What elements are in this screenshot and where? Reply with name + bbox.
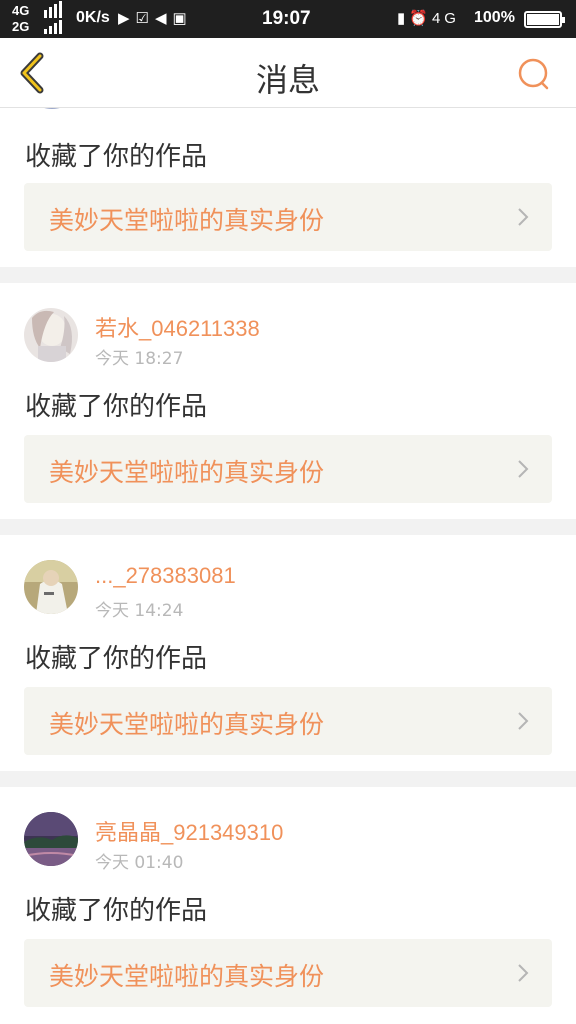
user-name[interactable]: 若水_046211338 — [95, 311, 260, 343]
check-icon: ☑ — [135, 10, 155, 27]
chevron-right-icon — [518, 712, 529, 730]
message-card: 亮晶晶_921349310 今天 01:40 收藏了你的作品 美妙天堂啦啦的真实… — [0, 787, 576, 1024]
status-bar: 4G 2G 0K/s ▶☑◀▣ 19:07 ▮⏰4G 100% — [0, 0, 576, 38]
work-link[interactable]: 美妙天堂啦啦的真实身份 — [24, 939, 552, 1007]
work-title: 美妙天堂啦啦的真实身份 — [49, 206, 325, 235]
action-text: 收藏了你的作品 — [25, 142, 208, 172]
work-link[interactable]: 美妙天堂啦啦的真实身份 — [24, 435, 552, 503]
work-title: 美妙天堂啦啦的真实身份 — [49, 458, 325, 487]
chevron-right-icon — [518, 208, 529, 226]
alarm-icon: ⏰ — [409, 10, 432, 27]
network-speed: 0K/s — [76, 9, 110, 26]
action-text: 收藏了你的作品 — [25, 392, 208, 422]
volume-icon: ◀ — [155, 10, 173, 27]
message-list: 收藏了你的作品 美妙天堂啦啦的真实身份 若水_046211338 今天 18:2… — [0, 108, 576, 1024]
nav-bar: 消息 — [0, 38, 576, 108]
avatar[interactable] — [24, 308, 78, 362]
chevron-right-icon — [518, 964, 529, 982]
user-name[interactable]: 亮晶晶_921349310 — [95, 815, 283, 847]
work-link[interactable]: 美妙天堂啦啦的真实身份 — [24, 687, 552, 755]
divider — [0, 519, 576, 535]
network-type: 4G 2G — [12, 3, 29, 35]
screenshot-icon: ▣ — [172, 10, 193, 27]
message-time: 今天 18:27 — [95, 349, 184, 369]
user-name[interactable]: ..._278383081 — [95, 563, 236, 589]
action-text: 收藏了你的作品 — [25, 896, 208, 926]
signal-icon — [44, 1, 68, 34]
network-type-top: 4G — [12, 3, 30, 18]
chevron-right-icon — [518, 460, 529, 478]
message-card: 若水_046211338 今天 18:27 收藏了你的作品 美妙天堂啦啦的真实身… — [0, 283, 576, 519]
system-icons: ▮⏰4G — [397, 9, 460, 27]
action-text: 收藏了你的作品 — [25, 644, 208, 674]
message-card: 收藏了你的作品 美妙天堂啦啦的真实身份 — [0, 108, 576, 266]
divider — [0, 771, 576, 787]
message-card: ..._278383081 今天 14:24 收藏了你的作品 美妙天堂啦啦的真实… — [0, 535, 576, 771]
network-label: 4G — [431, 10, 460, 27]
notification-icons: ▶☑◀▣ — [118, 9, 193, 27]
work-link[interactable]: 美妙天堂啦啦的真实身份 — [24, 183, 552, 251]
video-icon: ▶ — [118, 10, 136, 27]
search-button[interactable] — [516, 56, 552, 92]
battery-icon — [524, 11, 565, 28]
divider — [0, 267, 576, 283]
clock: 19:07 — [262, 8, 311, 29]
battery-percent: 100% — [474, 9, 515, 26]
search-icon — [518, 58, 549, 90]
work-title: 美妙天堂啦啦的真实身份 — [49, 710, 325, 739]
work-title: 美妙天堂啦啦的真实身份 — [49, 962, 325, 991]
message-time: 今天 01:40 — [95, 853, 184, 873]
avatar[interactable] — [24, 560, 78, 614]
truncated-header — [40, 108, 180, 114]
message-time: 今天 14:24 — [95, 601, 184, 621]
page-title: 消息 — [255, 61, 320, 99]
avatar[interactable] — [24, 812, 78, 866]
battery-saver-icon: ▮ — [397, 10, 410, 27]
network-type-bottom: 2G — [12, 19, 30, 34]
